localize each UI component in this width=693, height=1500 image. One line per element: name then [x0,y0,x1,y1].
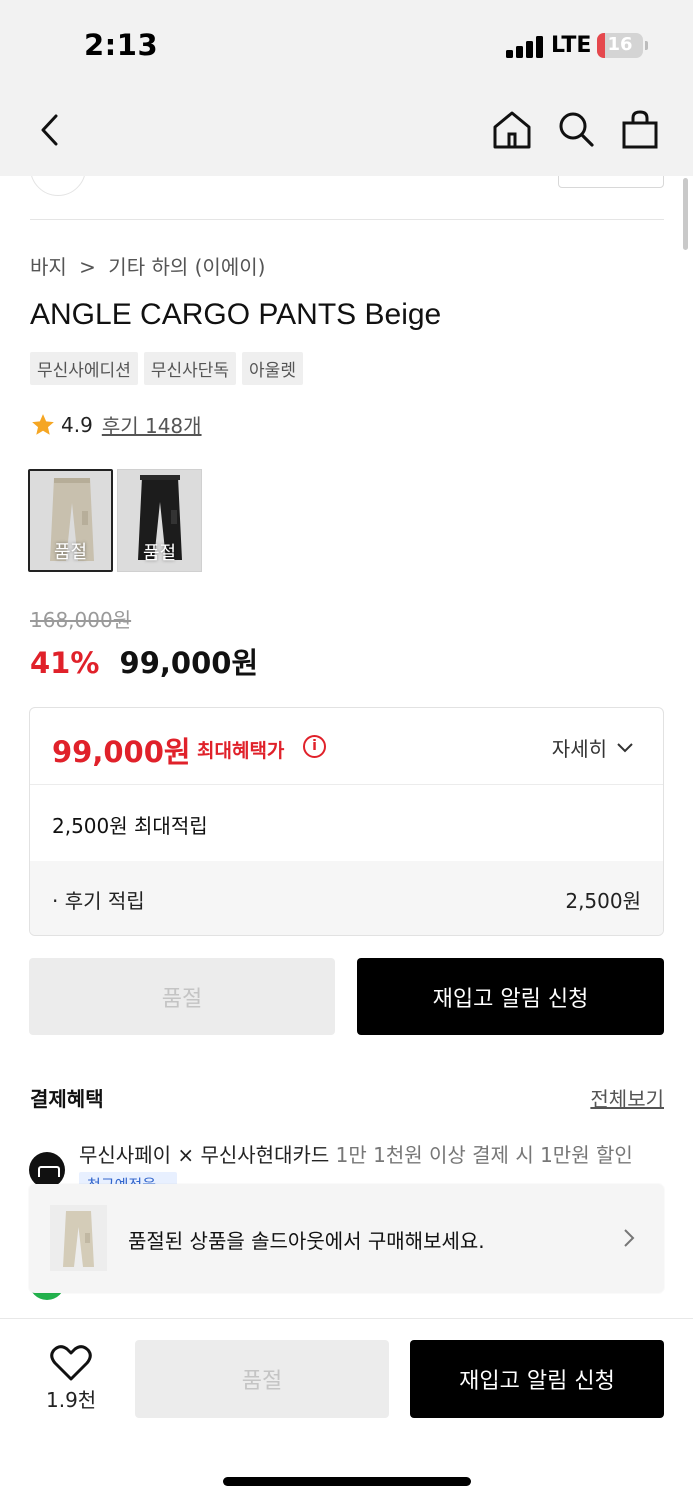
payment-benefits-title: 결제혜택 [30,1087,104,1111]
battery-tip [645,41,648,50]
price-row: 41% 99,000원 [30,640,258,682]
payment-view-all-link[interactable]: 전체보기 [590,1083,664,1112]
rating: 4.9 후기 148개 [30,410,202,439]
network-label: LTE [551,33,592,58]
sold-out-button[interactable]: 품절 [29,958,335,1035]
tag: 무신사단독 [143,352,237,385]
header: 2:13 LTE 16 [0,0,693,176]
product-tags: 무신사에디션 무신사단독 아울렛 [30,352,303,385]
battery-icon: 16 [597,33,643,58]
status-time: 2:13 [84,28,159,62]
bottom-sold-out-button[interactable]: 품절 [135,1340,389,1418]
sale-price: 99,000원 [119,646,259,680]
cart-icon[interactable] [616,106,664,154]
breadcrumb-item-subcategory[interactable]: 기타 하의 (이에이) [108,255,265,279]
info-icon[interactable]: i [303,735,326,758]
chevron-right-icon [624,1229,635,1247]
review-points-value: 2,500원 [565,889,641,913]
battery-level: 16 [607,34,633,55]
breadcrumb: 바지 > 기타 하의 (이에이) [30,251,271,280]
search-icon[interactable] [552,106,600,154]
breadcrumb-item-category[interactable]: 바지 [30,255,67,279]
payment-benefit-condition: 1만 1천원 이상 결제 시 1만원 할인 [329,1143,633,1167]
tag: 무신사에디션 [30,352,138,385]
reviews-link[interactable]: 후기 148개 [102,410,202,439]
variant-thumbnails: 품절 품절 [28,469,202,572]
discount-rate: 41% [30,646,100,680]
variant-beige[interactable]: 품절 [28,469,113,572]
benefit-detail-toggle[interactable]: 자세히 [552,733,635,762]
variant-sold-label: 품절 [53,542,88,563]
review-points-label: · 후기 적립 [52,889,145,913]
bottom-restock-alert-button[interactable]: 재입고 알림 신청 [410,1340,664,1418]
benefit-review-points: · 후기 적립 2,500원 [30,861,663,935]
divider [30,219,664,220]
home-indicator [223,1477,471,1486]
banner-product-image [50,1205,107,1271]
benefit-price: 99,000원 [52,735,191,769]
home-icon[interactable] [488,106,536,154]
star-icon [32,413,54,435]
benefit-header: 99,000원 최대혜택가 i 자세히 [30,708,663,785]
soldout-banner[interactable]: 품절된 상품을 솔드아웃에서 구매해보세요. [29,1184,664,1293]
benefit-max-label: 최대혜택가 [197,740,285,762]
restock-alert-button[interactable]: 재입고 알림 신청 [357,958,664,1035]
payment-benefit-item[interactable]: 무신사페이 × 무신사현대카드 1만 1천원 이상 결제 시 1만원 할인 [79,1139,633,1168]
variant-black[interactable]: 품절 [117,469,202,572]
variant-sold-label: 품절 [142,543,177,564]
like-count: 1.9천 [46,1388,97,1412]
signal-icon [506,36,544,58]
rating-score: 4.9 [61,412,93,437]
benefit-detail-label: 자세히 [551,737,607,761]
payment-benefit-title: 무신사페이 × 무신사현대카드 [79,1143,330,1167]
heart-icon[interactable] [49,1343,93,1383]
benefit-box: 99,000원 최대혜택가 i 자세히 2,500원 최대적립 · 후기 적립 … [29,707,664,936]
breadcrumb-separator: > [79,255,96,279]
banner-text: 품절된 상품을 솔드아웃에서 구매해보세요. [128,1229,485,1253]
chevron-down-icon [617,742,633,752]
product-title: ANGLE CARGO PANTS Beige [30,298,442,331]
back-icon[interactable] [26,106,74,154]
original-price: 168,000원 [30,608,132,632]
musinsa-pay-icon [29,1152,65,1188]
tag: 아울렛 [242,352,303,385]
benefit-points: 2,500원 최대적립 [52,814,208,838]
scrollbar[interactable] [683,178,688,250]
